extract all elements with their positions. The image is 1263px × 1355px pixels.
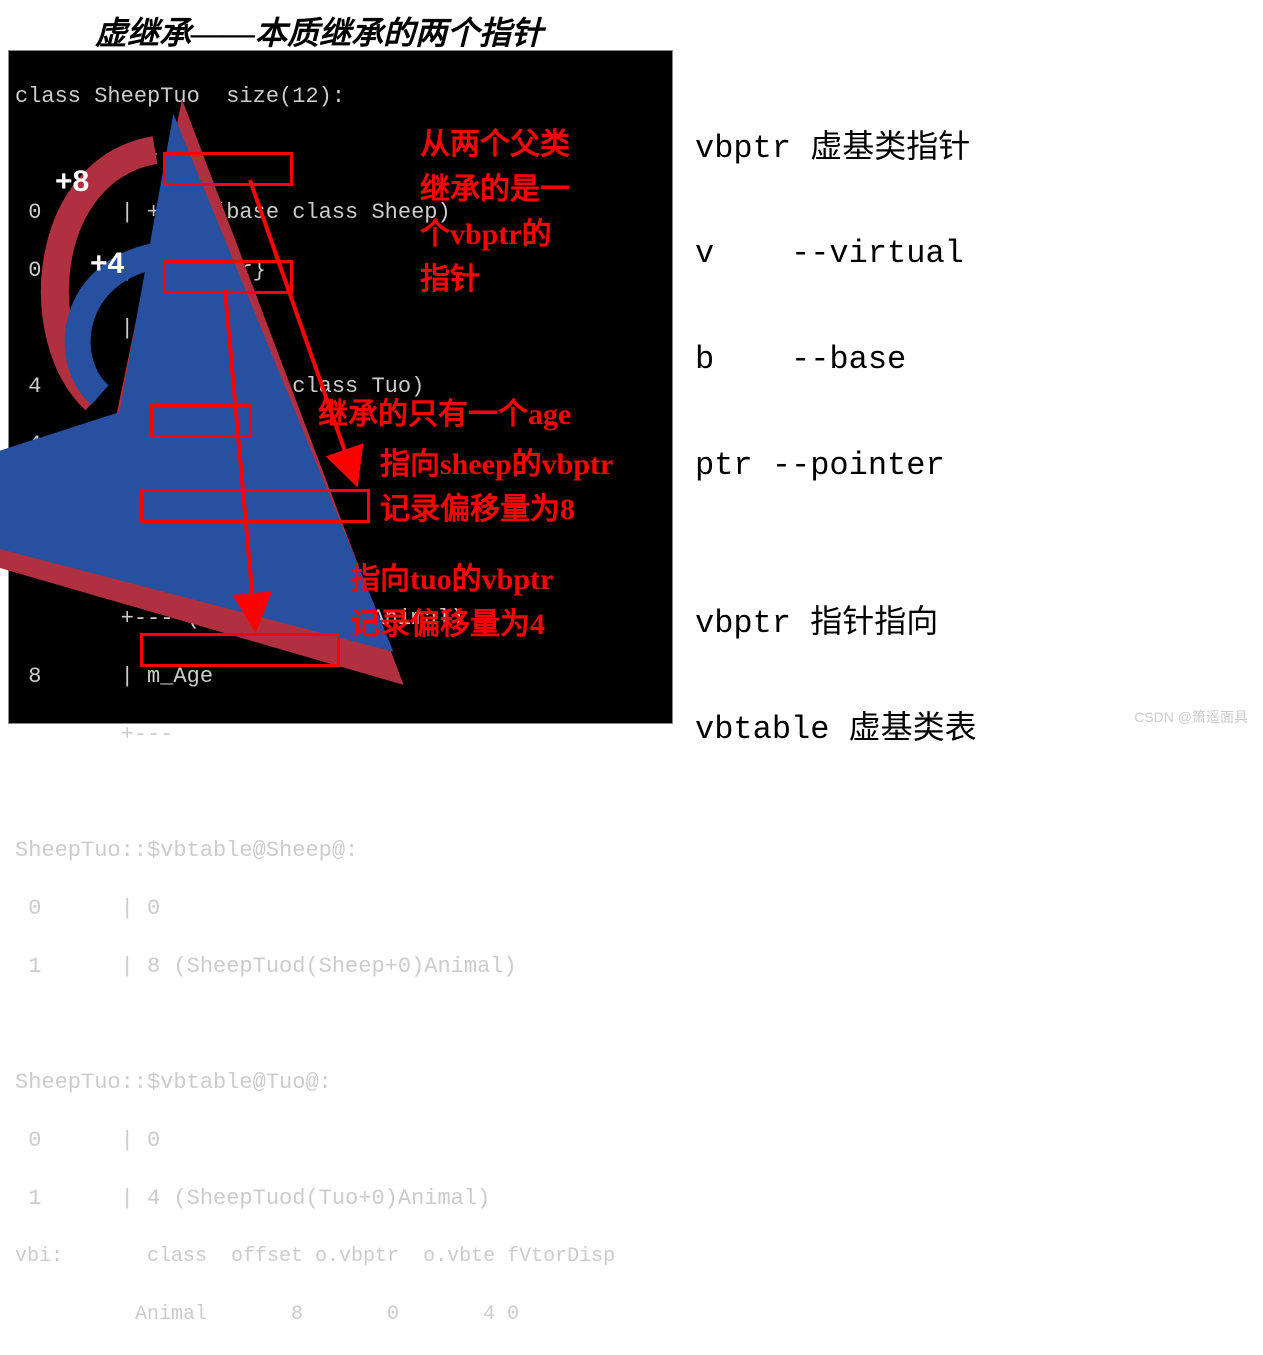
note-line: vbptr 指针指向 [695, 598, 977, 651]
term-line: SheepTuo::$vbtable@Sheep@: [15, 833, 666, 869]
offset-plus8: +8 [55, 165, 89, 199]
note-line: b --base [695, 334, 977, 387]
term-line: 0 | 0 [15, 891, 666, 927]
anno-two-parents-2: 继承的是一 [420, 170, 570, 209]
box-vbtable-tuo [140, 633, 340, 667]
term-line [15, 775, 666, 811]
term-line: +--- [15, 543, 666, 579]
anno-two-parents-1: 从两个父类 [420, 125, 570, 164]
term-line: 0 | 0 [15, 1123, 666, 1159]
anno-sheep-vbptr-2: 记录偏移量为8 [380, 490, 575, 529]
term-line: Animal 8 0 4 0 [15, 1297, 666, 1333]
term-line: vbi: class offset o.vbptr o.vbte fVtorDi… [15, 1239, 666, 1275]
term-line: +--- [15, 717, 666, 753]
term-line: 8 | m_Age [15, 659, 666, 695]
term-line: SheepTuo::$vbtable@Tuo@: [15, 1065, 666, 1101]
term-line: +--- (virtual base Animal) [15, 601, 666, 637]
note-line: v --virtual [695, 228, 977, 281]
box-vbtable-sheep [140, 489, 370, 523]
anno-sheep-vbptr-1: 指向sheep的vbptr [380, 445, 613, 484]
box-vbptr-sheep [163, 152, 293, 186]
anno-two-parents-3: 个vbptr的 [420, 215, 552, 254]
watermark: CSDN @箫遥面具 [1134, 707, 1248, 727]
page-title: 虚继承——本质继承的两个指针 [95, 8, 543, 54]
anno-two-parents-4: 指针 [420, 260, 480, 299]
anno-one-age: 继承的只有一个age [318, 395, 571, 434]
term-line: | +--- [15, 311, 666, 347]
offset-plus4: +4 [90, 247, 124, 281]
anno-tuo-vbptr-1: 指向tuo的vbptr [350, 560, 553, 599]
note-line: ptr --pointer [695, 440, 977, 493]
term-line [15, 1007, 666, 1043]
terminal: class SheepTuo size(12): +--- 0 | +--- (… [8, 50, 673, 724]
note-line: vbtable 虚基类表 [695, 704, 977, 757]
term-line: class SheepTuo size(12): [15, 79, 666, 115]
term-line: 1 | 4 (SheepTuod(Tuo+0)Animal) [15, 1181, 666, 1217]
right-explanation: vbptr 虚基类指针 v --virtual b --base ptr --p… [695, 70, 977, 809]
anno-tuo-vbptr-2: 记录偏移量为4 [350, 605, 545, 644]
note-line: vbptr 虚基类指针 [695, 123, 977, 176]
box-m-age [150, 404, 252, 438]
box-vbptr-tuo [163, 260, 293, 294]
term-line: 1 | 8 (SheepTuod(Sheep+0)Animal) [15, 949, 666, 985]
